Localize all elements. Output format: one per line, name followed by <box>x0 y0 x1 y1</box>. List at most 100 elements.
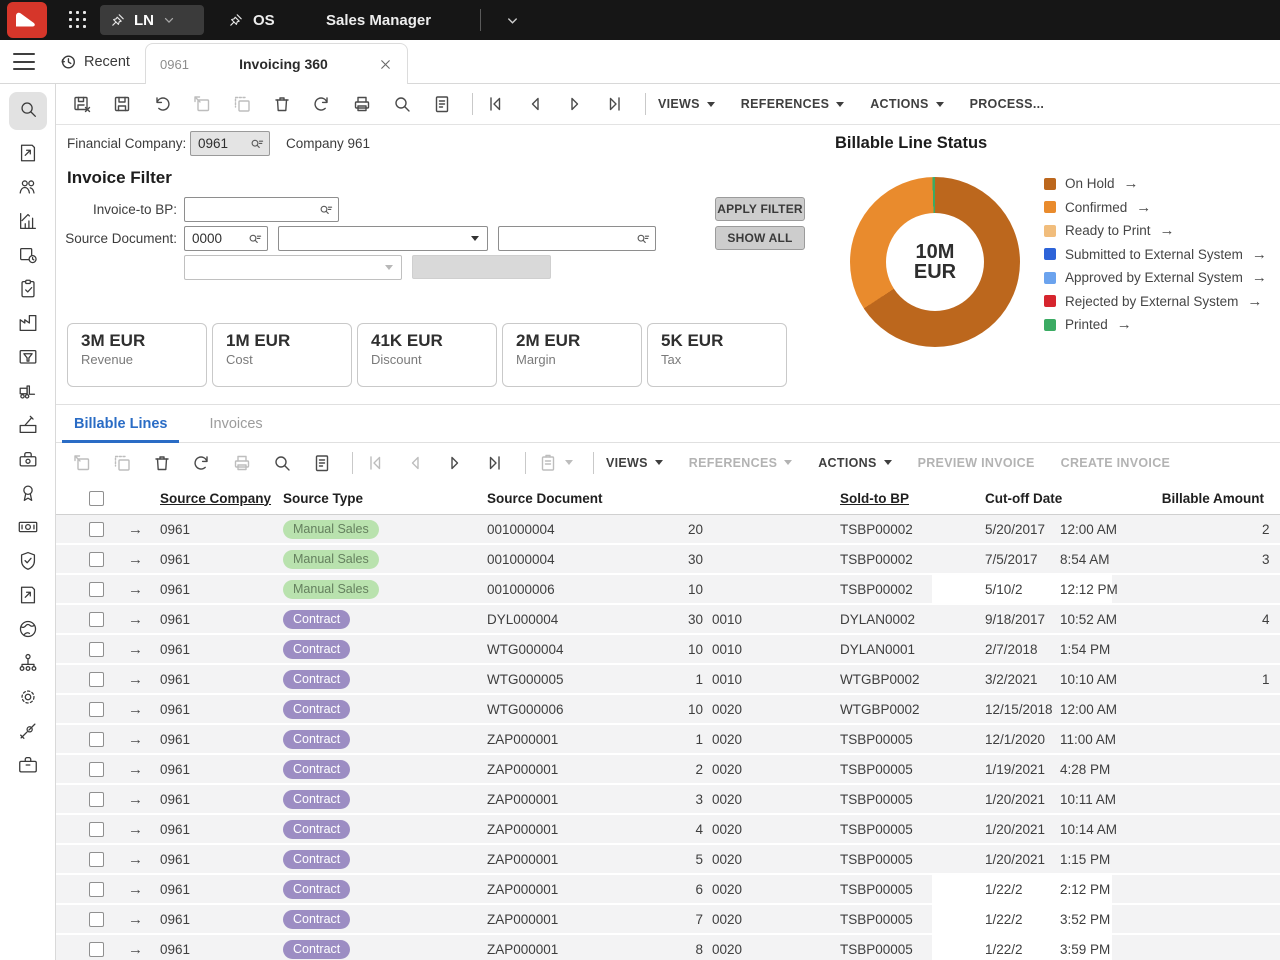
row-drill-arrow[interactable]: → <box>112 785 148 813</box>
legend-drill-arrow[interactable]: → <box>1247 293 1262 310</box>
legend-drill-arrow[interactable]: → <box>1136 199 1151 216</box>
recent-button[interactable]: Recent <box>59 40 130 84</box>
delete-icon[interactable] <box>152 453 172 473</box>
row-drill-arrow[interactable]: → <box>112 575 148 603</box>
table-row[interactable]: →0961ContractWTG000004100010DYLAN00012/7… <box>56 635 1280 663</box>
menu-process-[interactable]: PROCESS... <box>970 97 1045 111</box>
row-checkbox[interactable] <box>89 552 104 567</box>
table-row[interactable]: →0961ContractZAP00000140020TSBP000051/20… <box>56 815 1280 843</box>
row-checkbox[interactable] <box>89 522 104 537</box>
legend-drill-arrow[interactable]: → <box>1124 175 1139 192</box>
lookup-icon[interactable] <box>635 231 651 247</box>
row-checkbox[interactable] <box>89 792 104 807</box>
search-icon[interactable] <box>272 453 292 473</box>
sidebar-item-localization-globe[interactable] <box>9 614 47 648</box>
row-drill-arrow[interactable]: → <box>112 755 148 783</box>
pinned-app-os[interactable]: OS <box>228 5 275 35</box>
lookup-icon[interactable] <box>247 231 263 247</box>
sidebar-item-warehouse-funnel[interactable] <box>9 342 47 376</box>
row-checkbox[interactable] <box>89 822 104 837</box>
source-document-series-field[interactable]: 0000 <box>184 226 268 251</box>
menu-views[interactable]: VIEWS <box>606 456 663 470</box>
row-checkbox[interactable] <box>89 612 104 627</box>
sidebar-item-job-toolbox[interactable] <box>9 750 47 784</box>
table-row[interactable]: →0961ContractZAP00000110020TSBP0000512/1… <box>56 725 1280 753</box>
row-checkbox[interactable] <box>89 762 104 777</box>
sidebar-item-project-excavation[interactable] <box>9 410 47 444</box>
select-all-checkbox[interactable] <box>89 491 104 506</box>
sidebar-item-business-partners[interactable] <box>9 172 47 206</box>
row-checkbox[interactable] <box>89 912 104 927</box>
invoice-to-bp-field[interactable] <box>184 197 339 222</box>
row-drill-arrow[interactable]: → <box>112 515 148 543</box>
row-drill-arrow[interactable]: → <box>112 695 148 723</box>
table-row[interactable]: →0961ContractWTG000006100020WTGBP000212/… <box>56 695 1280 723</box>
sidebar-item-configuration-gear[interactable] <box>9 682 47 716</box>
row-checkbox[interactable] <box>89 702 104 717</box>
lookup-icon[interactable] <box>249 136 265 152</box>
table-row[interactable]: →0961Manual Sales00100000430TSBP000027/5… <box>56 545 1280 573</box>
table-row[interactable]: →0961Manual Sales00100000420TSBP000025/2… <box>56 515 1280 543</box>
role-chevron-down-icon[interactable] <box>505 0 520 40</box>
nav-next-icon[interactable] <box>565 94 585 114</box>
row-drill-arrow[interactable]: → <box>112 635 148 663</box>
row-drill-arrow[interactable]: → <box>112 725 148 753</box>
sidebar-item-search[interactable] <box>9 92 47 130</box>
financial-company-field[interactable]: 0961 <box>190 131 270 156</box>
source-document-type-select[interactable] <box>278 226 488 251</box>
sidebar-item-enterprise-modeler[interactable] <box>9 648 47 682</box>
table-row[interactable]: →0961ContractZAP00000160020TSBP000051/22… <box>56 875 1280 903</box>
row-checkbox[interactable] <box>89 852 104 867</box>
save-close-icon[interactable] <box>72 94 92 114</box>
sidebar-item-invoicing-document[interactable] <box>9 580 47 614</box>
table-row[interactable]: →0961ContractZAP00000170020TSBP000051/22… <box>56 905 1280 933</box>
sidebar-item-governance-shield[interactable] <box>9 546 47 580</box>
tab-invoicing-360[interactable]: 0961 Invoicing 360 <box>145 43 408 84</box>
notes-icon[interactable] <box>312 453 332 473</box>
table-row[interactable]: →0961ContractZAP00000130020TSBP000051/20… <box>56 785 1280 813</box>
row-checkbox[interactable] <box>89 882 104 897</box>
legend-drill-arrow[interactable]: → <box>1252 246 1267 263</box>
row-checkbox[interactable] <box>89 672 104 687</box>
show-all-button[interactable]: SHOW ALL <box>715 226 805 250</box>
row-checkbox[interactable] <box>89 732 104 747</box>
print-icon[interactable] <box>352 94 372 114</box>
sidebar-item-tools-maintenance[interactable] <box>9 716 47 750</box>
app-switcher-grid-icon[interactable] <box>69 11 88 30</box>
billable-line-status-donut-chart[interactable]: 10M EUR <box>850 177 1020 347</box>
legend-drill-arrow[interactable]: → <box>1160 222 1175 239</box>
row-drill-arrow[interactable]: → <box>112 815 148 843</box>
chevron-down-icon[interactable] <box>162 13 176 27</box>
menu-hamburger-icon[interactable] <box>13 53 35 70</box>
sidebar-item-finance-banknote[interactable] <box>9 512 47 546</box>
row-drill-arrow[interactable]: → <box>112 935 148 960</box>
sidebar-item-freight-forklift[interactable] <box>9 376 47 410</box>
nav-last-icon[interactable] <box>605 94 625 114</box>
table-row[interactable]: →0961ContractWTG00000510010WTGBP00023/2/… <box>56 665 1280 693</box>
sidebar-item-service-toolbox[interactable] <box>9 444 47 478</box>
sidebar-item-planning-box-clock[interactable] <box>9 240 47 274</box>
tab-invoices[interactable]: Invoices <box>203 405 268 443</box>
nav-last-icon[interactable] <box>485 453 505 473</box>
table-row[interactable]: →0961ContractZAP00000120020TSBP000051/19… <box>56 755 1280 783</box>
refresh-icon[interactable] <box>192 453 212 473</box>
menu-views[interactable]: VIEWS <box>658 97 715 111</box>
table-row[interactable]: →0961Manual Sales00100000610TSBP000025/1… <box>56 575 1280 603</box>
sidebar-item-quality-award[interactable] <box>9 478 47 512</box>
row-drill-arrow[interactable]: → <box>112 875 148 903</box>
row-checkbox[interactable] <box>89 582 104 597</box>
source-document-field[interactable] <box>498 226 656 251</box>
save-icon[interactable] <box>112 94 132 114</box>
close-icon[interactable] <box>378 57 393 72</box>
undo-icon[interactable] <box>152 94 172 114</box>
legend-drill-arrow[interactable]: → <box>1117 316 1132 333</box>
search-icon[interactable] <box>392 94 412 114</box>
row-drill-arrow[interactable]: → <box>112 545 148 573</box>
legend-drill-arrow[interactable]: → <box>1252 269 1267 286</box>
row-checkbox[interactable] <box>89 642 104 657</box>
nav-first-icon[interactable] <box>485 94 505 114</box>
sidebar-item-analytics-chart[interactable] <box>9 206 47 240</box>
row-drill-arrow[interactable]: → <box>112 605 148 633</box>
lookup-icon[interactable] <box>318 202 334 218</box>
menu-actions[interactable]: ACTIONS <box>870 97 943 111</box>
